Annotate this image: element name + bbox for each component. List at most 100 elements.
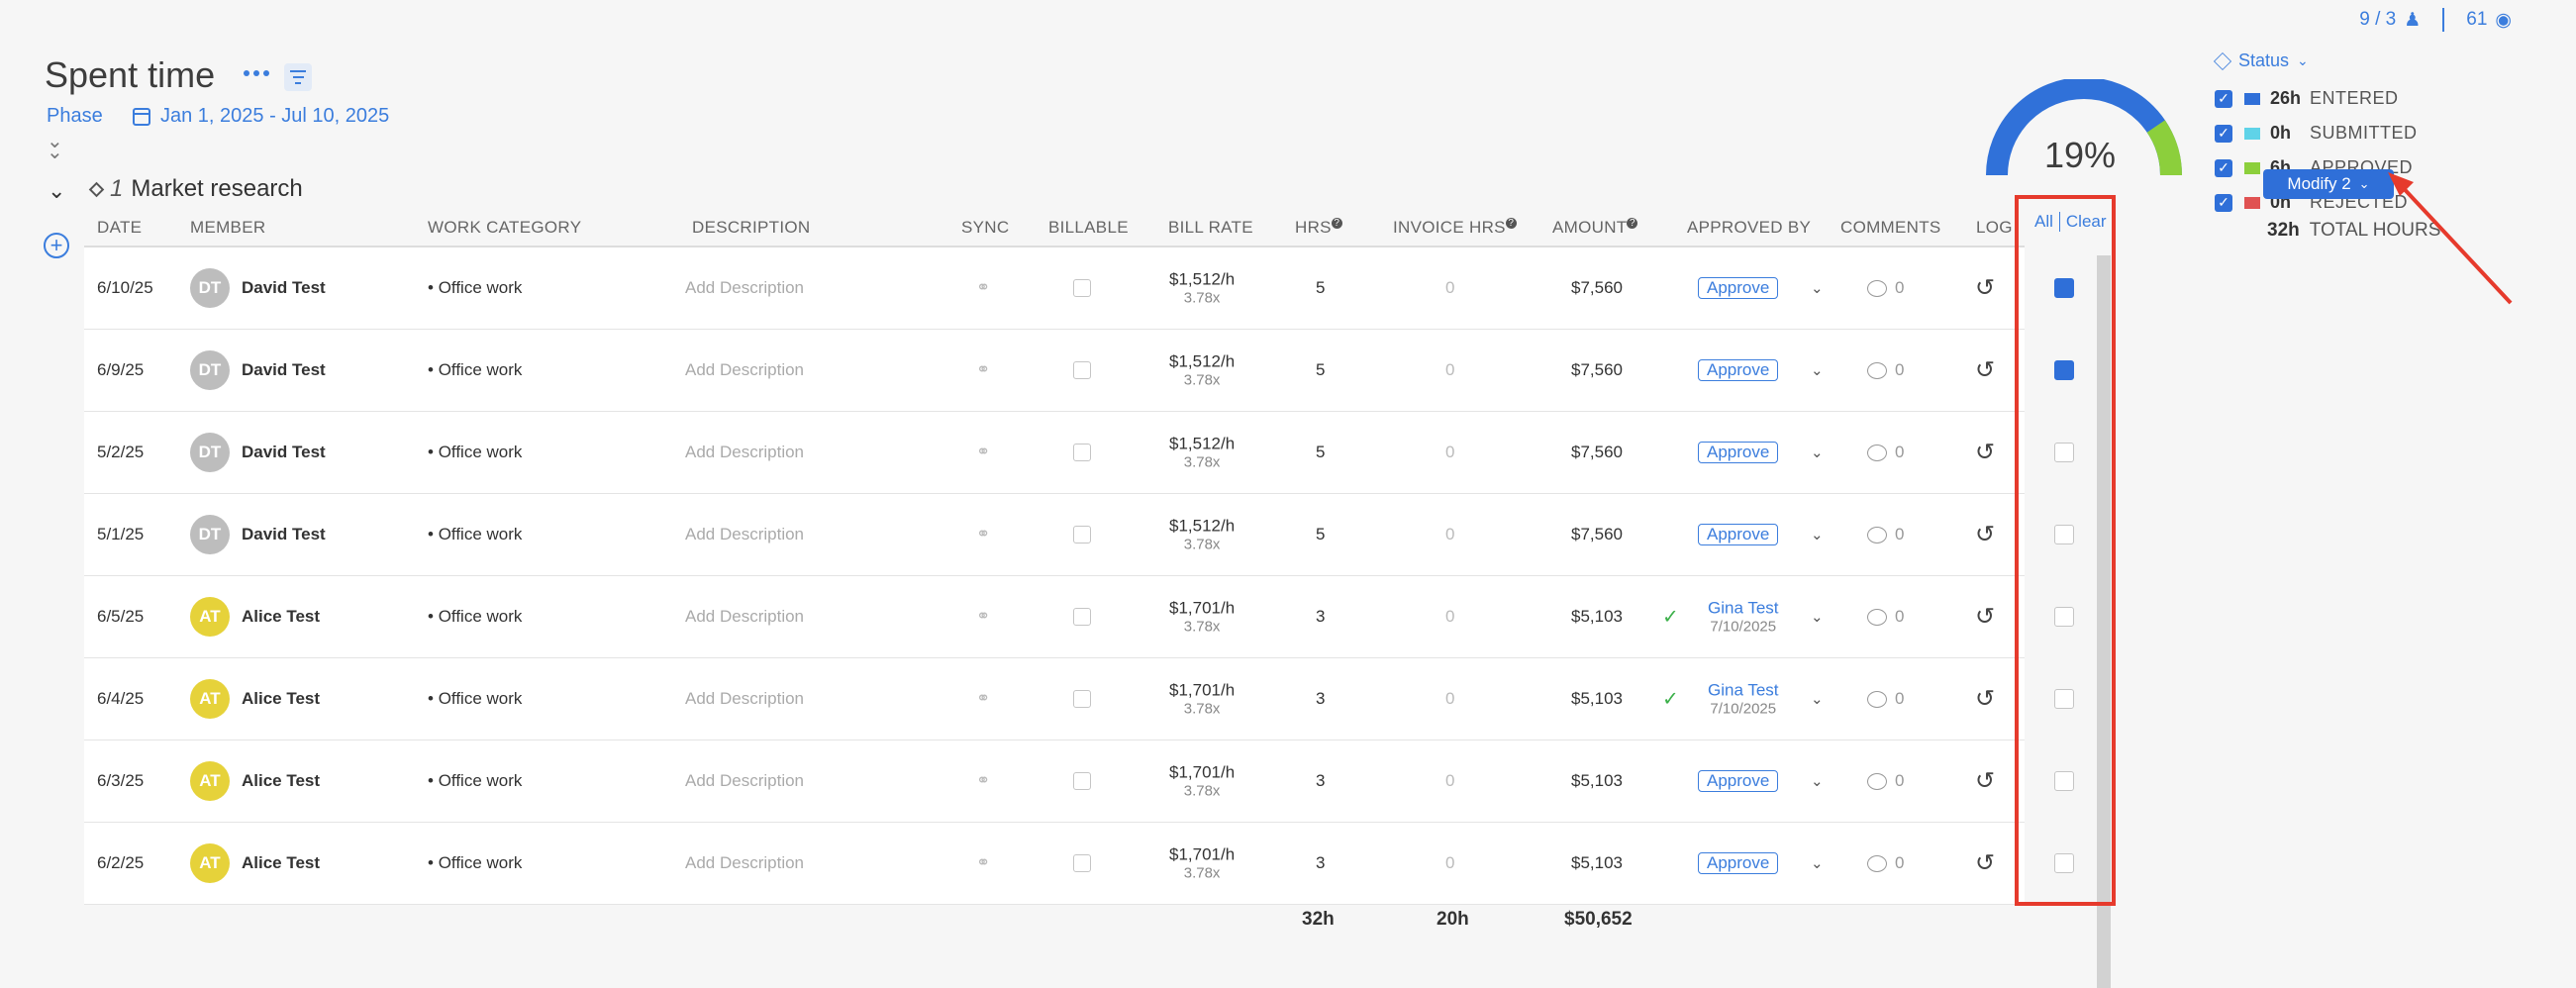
legend-item[interactable]: ✓ 26h ENTERED — [2215, 81, 2418, 116]
sync-link-icon[interactable]: ⚭ — [976, 360, 990, 380]
hrs-value[interactable]: 3 — [1316, 607, 1325, 627]
comments-button[interactable]: 0 — [1867, 443, 1904, 462]
approve-button[interactable]: Approve — [1698, 770, 1779, 792]
billable-checkbox[interactable] — [1073, 772, 1091, 790]
description-field[interactable]: Add Description — [685, 771, 804, 791]
table-row[interactable]: 5/2/25 DT David Test • Office work Add D… — [84, 412, 2074, 494]
chevron-down-icon[interactable]: ⌄ — [1811, 526, 1824, 543]
history-icon[interactable]: ↺ — [1975, 521, 1995, 549]
chevron-down-icon[interactable]: ⌄ — [1811, 690, 1824, 708]
legend-checkbox[interactable]: ✓ — [2215, 193, 2232, 212]
billable-checkbox[interactable] — [1073, 279, 1091, 297]
chevron-down-icon[interactable]: ⌄ — [1811, 608, 1824, 626]
more-options-icon[interactable] — [244, 63, 271, 83]
work-category[interactable]: • Office work — [428, 360, 522, 380]
hrs-value[interactable]: 5 — [1316, 278, 1325, 298]
work-category[interactable]: • Office work — [428, 607, 522, 627]
history-icon[interactable]: ↺ — [1975, 603, 1995, 632]
comments-button[interactable]: 0 — [1867, 853, 1904, 873]
modify-button[interactable]: Modify 2 ⌄ — [2263, 169, 2394, 199]
status-dropdown[interactable]: Status ⌄ — [2213, 50, 2309, 71]
chevron-down-icon[interactable]: ⌄ — [1811, 361, 1824, 379]
history-icon[interactable]: ↺ — [1975, 767, 1995, 796]
billable-checkbox[interactable] — [1073, 526, 1091, 543]
history-icon[interactable]: ↺ — [1975, 849, 1995, 878]
comments-button[interactable]: 0 — [1867, 360, 1904, 380]
sync-link-icon[interactable]: ⚭ — [976, 525, 990, 544]
work-category[interactable]: • Office work — [428, 853, 522, 873]
comments-button[interactable]: 0 — [1867, 525, 1904, 544]
col-billable[interactable]: BILLABLE — [1048, 218, 1129, 238]
comments-button[interactable]: 0 — [1867, 278, 1904, 298]
approver[interactable]: Gina Test 7/10/2025 — [1708, 599, 1779, 636]
member[interactable]: DT David Test — [190, 433, 326, 472]
col-hrs[interactable]: HRS? — [1295, 218, 1342, 238]
col-work-category[interactable]: WORK CATEGORY — [428, 218, 581, 238]
invoice-hrs-value[interactable]: 0 — [1445, 853, 1454, 873]
info-icon[interactable]: ? — [1627, 218, 1638, 230]
clear-selection-link[interactable]: Clear — [2066, 212, 2107, 232]
col-member[interactable]: MEMBER — [190, 218, 265, 238]
description-field[interactable]: Add Description — [685, 525, 804, 544]
description-field[interactable]: Add Description — [685, 278, 804, 298]
approve-button[interactable]: Approve — [1698, 442, 1779, 463]
table-row[interactable]: 6/9/25 DT David Test • Office work Add D… — [84, 330, 2074, 412]
col-bill-rate[interactable]: BILL RATE — [1168, 218, 1253, 238]
collapse-all-icon[interactable]: ⌄ ⌄ — [47, 132, 63, 162]
date-range-picker[interactable]: Jan 1, 2025 - Jul 10, 2025 — [133, 105, 389, 128]
info-icon[interactable]: ? — [1331, 218, 1342, 230]
col-approved-by[interactable]: APPROVED BY — [1687, 218, 1811, 238]
approver-name[interactable]: Gina Test — [1708, 599, 1779, 619]
approver[interactable]: Gina Test 7/10/2025 — [1708, 681, 1779, 718]
hrs-value[interactable]: 3 — [1316, 689, 1325, 709]
approve-button[interactable]: Approve — [1698, 852, 1779, 874]
approve-button[interactable]: Approve — [1698, 524, 1779, 545]
table-row[interactable]: 5/1/25 DT David Test • Office work Add D… — [84, 494, 2074, 576]
invoice-hrs-value[interactable]: 0 — [1445, 278, 1454, 298]
chevron-down-icon[interactable]: ⌄ — [1811, 854, 1824, 872]
filter-icon[interactable] — [284, 63, 312, 91]
description-field[interactable]: Add Description — [685, 689, 804, 709]
col-date[interactable]: DATE — [97, 218, 142, 238]
chevron-down-icon[interactable]: ⌄ — [1811, 772, 1824, 790]
member[interactable]: AT Alice Test — [190, 597, 320, 637]
invoice-hrs-value[interactable]: 0 — [1445, 607, 1454, 627]
billable-checkbox[interactable] — [1073, 444, 1091, 461]
hrs-value[interactable]: 3 — [1316, 771, 1325, 791]
work-category[interactable]: • Office work — [428, 278, 522, 298]
sync-link-icon[interactable]: ⚭ — [976, 853, 990, 873]
legend-checkbox[interactable]: ✓ — [2215, 158, 2232, 177]
hrs-value[interactable]: 5 — [1316, 525, 1325, 544]
member[interactable]: DT David Test — [190, 350, 326, 390]
billable-checkbox[interactable] — [1073, 361, 1091, 379]
work-category[interactable]: • Office work — [428, 689, 522, 709]
history-icon[interactable]: ↺ — [1975, 685, 1995, 714]
billable-checkbox[interactable] — [1073, 608, 1091, 626]
invoice-hrs-value[interactable]: 0 — [1445, 443, 1454, 462]
col-comments[interactable]: COMMENTS — [1840, 218, 1941, 238]
work-category[interactable]: • Office work — [428, 771, 522, 791]
table-row[interactable]: 6/2/25 AT Alice Test • Office work Add D… — [84, 823, 2074, 905]
hrs-value[interactable]: 5 — [1316, 360, 1325, 380]
description-field[interactable]: Add Description — [685, 360, 804, 380]
member[interactable]: DT David Test — [190, 268, 326, 308]
approver-name[interactable]: Gina Test — [1708, 681, 1779, 701]
legend-item[interactable]: ✓ 0h SUBMITTED — [2215, 116, 2418, 150]
sync-link-icon[interactable]: ⚭ — [976, 443, 990, 462]
select-all-link[interactable]: All — [2034, 212, 2053, 232]
chevron-down-icon[interactable]: ⌄ — [1811, 444, 1824, 461]
invoice-hrs-value[interactable]: 0 — [1445, 771, 1454, 791]
table-row[interactable]: 6/10/25 DT David Test • Office work Add … — [84, 247, 2074, 330]
member[interactable]: AT Alice Test — [190, 679, 320, 719]
member[interactable]: AT Alice Test — [190, 843, 320, 883]
group-chevron-down-icon[interactable]: ⌄ — [48, 178, 65, 204]
billable-checkbox[interactable] — [1073, 854, 1091, 872]
legend-checkbox[interactable]: ✓ — [2215, 89, 2232, 108]
table-row[interactable]: 6/3/25 AT Alice Test • Office work Add D… — [84, 741, 2074, 823]
table-row[interactable]: 6/4/25 AT Alice Test • Office work Add D… — [84, 658, 2074, 741]
sync-link-icon[interactable]: ⚭ — [976, 689, 990, 709]
sync-link-icon[interactable]: ⚭ — [976, 278, 990, 298]
comments-button[interactable]: 0 — [1867, 771, 1904, 791]
description-field[interactable]: Add Description — [685, 853, 804, 873]
approve-button[interactable]: Approve — [1698, 359, 1779, 381]
